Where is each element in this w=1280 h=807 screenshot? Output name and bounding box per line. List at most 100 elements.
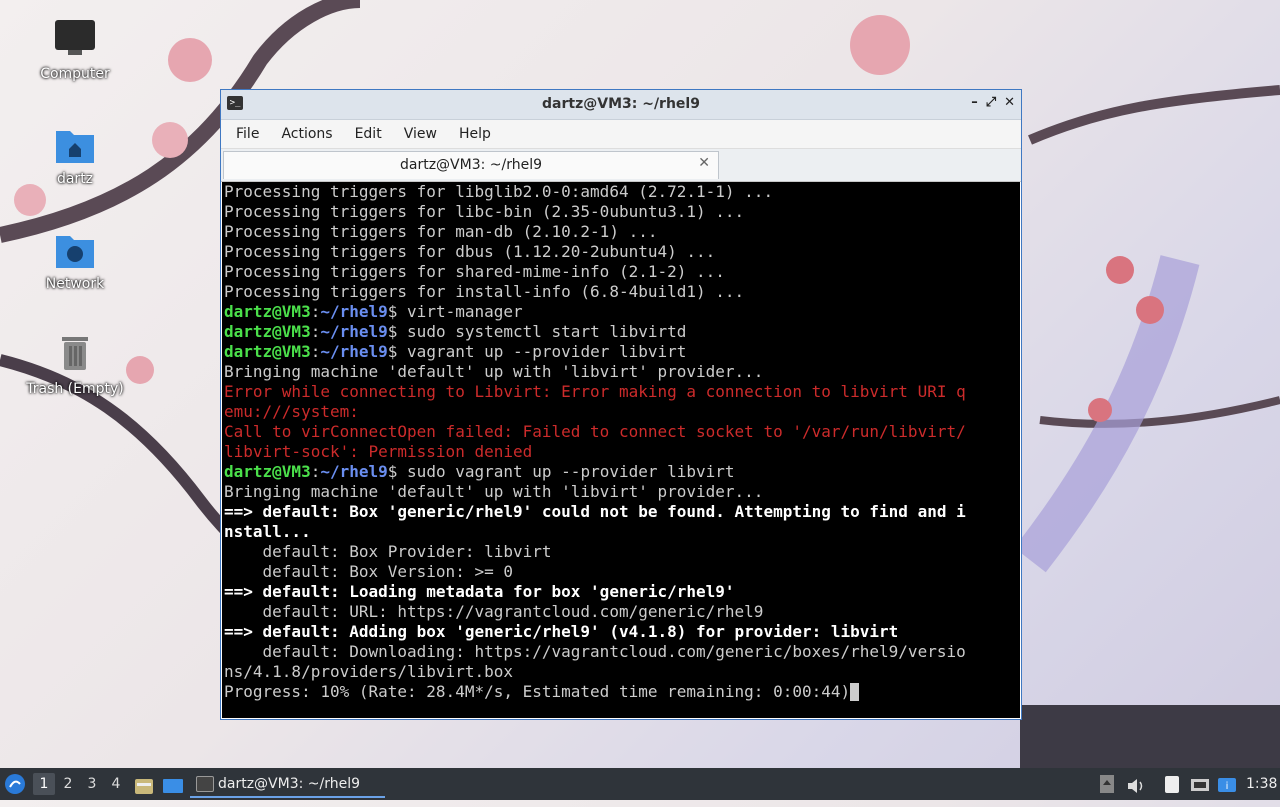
terminal-line: dartz@VM3:~/rhel9$ sudo vagrant up --pro… bbox=[224, 462, 1020, 482]
line-text: Call to virConnectOpen failed: Failed to… bbox=[224, 422, 966, 441]
line-text: Processing triggers for install-info (6.… bbox=[224, 282, 745, 301]
close-button[interactable]: ✕ bbox=[1004, 95, 1015, 110]
eject-icon bbox=[1100, 775, 1114, 793]
menu-actions[interactable]: Actions bbox=[270, 126, 343, 142]
window-title: dartz@VM3: ~/rhel9 bbox=[542, 96, 700, 112]
desktop-icon-home[interactable]: dartz bbox=[25, 123, 125, 187]
workspace-1[interactable]: 1 bbox=[33, 773, 55, 795]
tray-network[interactable] bbox=[1190, 775, 1210, 793]
line-text: ==> default: Loading metadata for box 'g… bbox=[224, 582, 735, 601]
line-text: Processing triggers for libglib2.0-0:amd… bbox=[224, 182, 774, 201]
terminal-line: dartz@VM3:~/rhel9$ vagrant up --provider… bbox=[224, 342, 1020, 362]
taskbar-task-terminal[interactable]: dartz@VM3: ~/rhel9 bbox=[190, 770, 385, 798]
window-titlebar[interactable]: >_ dartz@VM3: ~/rhel9 – ⤢ ✕ bbox=[221, 90, 1021, 120]
terminal-icon bbox=[196, 776, 214, 792]
prompt-user: dartz@VM3 bbox=[224, 302, 311, 321]
line-text: default: Box Provider: libvirt bbox=[224, 542, 552, 561]
show-desktop-button[interactable] bbox=[162, 775, 184, 793]
command-text: $ virt-manager bbox=[387, 302, 523, 321]
workspace-2[interactable]: 2 bbox=[57, 773, 79, 795]
line-text: Processing triggers for man-db (2.10.2-1… bbox=[224, 222, 658, 241]
workspace-3[interactable]: 3 bbox=[81, 773, 103, 795]
line-text: Bringing machine 'default' up with 'libv… bbox=[224, 482, 764, 501]
terminal-line: Processing triggers for man-db (2.10.2-1… bbox=[224, 222, 1020, 242]
desktop-icon bbox=[163, 779, 183, 793]
line-text: ns/4.1.8/providers/libvirt.box bbox=[224, 662, 513, 681]
line-text: nstall... bbox=[224, 522, 311, 541]
menu-file[interactable]: File bbox=[225, 126, 270, 142]
trash-icon bbox=[54, 333, 96, 375]
prompt-separator: : bbox=[310, 342, 321, 361]
menu-bar: File Actions Edit View Help bbox=[221, 120, 1021, 149]
desktop-icon-label: Network bbox=[45, 276, 105, 292]
terminal-line: ==> default: Box 'generic/rhel9' could n… bbox=[224, 502, 1020, 522]
terminal-line: ==> default: Adding box 'generic/rhel9' … bbox=[224, 622, 1020, 642]
tab-terminal[interactable]: dartz@VM3: ~/rhel9 ✕ bbox=[223, 151, 719, 179]
line-text: libvirt-sock': Permission denied bbox=[224, 442, 533, 461]
prompt-separator: : bbox=[310, 322, 321, 341]
tab-label: dartz@VM3: ~/rhel9 bbox=[399, 157, 543, 173]
terminal-line: Processing triggers for install-info (6.… bbox=[224, 282, 1020, 302]
tray-eject[interactable] bbox=[1099, 774, 1115, 794]
taskbar: 1 2 3 4 dartz@VM3: ~/rhel9 i 1:38 bbox=[0, 768, 1280, 800]
prompt-path: ~/rhel9 bbox=[320, 462, 388, 481]
maximize-button[interactable]: ⤢ bbox=[986, 95, 996, 110]
line-text: Processing triggers for dbus (1.12.20-2u… bbox=[224, 242, 716, 261]
terminal-line: Bringing machine 'default' up with 'libv… bbox=[224, 362, 1020, 382]
tab-bar: dartz@VM3: ~/rhel9 ✕ bbox=[221, 149, 1021, 182]
desktop-icon-trash[interactable]: Trash (Empty) bbox=[25, 333, 125, 397]
home-folder-icon bbox=[54, 123, 96, 165]
prompt-path: ~/rhel9 bbox=[320, 302, 388, 321]
clipboard-icon bbox=[1165, 776, 1179, 793]
prompt-separator: : bbox=[310, 462, 321, 481]
terminal-output[interactable]: Processing triggers for libglib2.0-0:amd… bbox=[222, 182, 1020, 718]
tray-volume[interactable] bbox=[1126, 775, 1146, 793]
terminal-line: default: Downloading: https://vagrantclo… bbox=[224, 642, 1020, 662]
network-icon bbox=[1191, 779, 1209, 791]
menu-view[interactable]: View bbox=[393, 126, 448, 142]
prompt-separator: : bbox=[310, 302, 321, 321]
prompt-user: dartz@VM3 bbox=[224, 322, 311, 341]
desktop-icon-label: Trash (Empty) bbox=[26, 381, 124, 397]
line-text: ==> default: Box 'generic/rhel9' could n… bbox=[224, 502, 966, 521]
terminal-line: libvirt-sock': Permission denied bbox=[224, 442, 1020, 462]
terminal-line: Processing triggers for libglib2.0-0:amd… bbox=[224, 182, 1020, 202]
terminal-line: Progress: 10% (Rate: 28.4M*/s, Estimated… bbox=[224, 682, 1020, 702]
terminal-line: Processing triggers for dbus (1.12.20-2u… bbox=[224, 242, 1020, 262]
line-text: Bringing machine 'default' up with 'libv… bbox=[224, 362, 764, 381]
file-manager-launcher[interactable] bbox=[134, 775, 154, 794]
desktop-icon-network[interactable]: Network bbox=[25, 228, 125, 292]
terminal-window: >_ dartz@VM3: ~/rhel9 – ⤢ ✕ File Actions… bbox=[220, 89, 1022, 720]
menu-help[interactable]: Help bbox=[448, 126, 502, 142]
terminal-line: default: Box Version: >= 0 bbox=[224, 562, 1020, 582]
desktop-icon-computer[interactable]: Computer bbox=[25, 18, 125, 82]
line-text: default: URL: https://vagrantcloud.com/g… bbox=[224, 602, 764, 621]
terminal-line: Processing triggers for libc-bin (2.35-0… bbox=[224, 202, 1020, 222]
tab-close-icon[interactable]: ✕ bbox=[698, 155, 710, 171]
network-folder-icon bbox=[54, 228, 96, 270]
clock[interactable]: 1:38 bbox=[1246, 768, 1277, 800]
terminal-line: ==> default: Loading metadata for box 'g… bbox=[224, 582, 1020, 602]
terminal-line: Call to virConnectOpen failed: Failed to… bbox=[224, 422, 1020, 442]
command-text: $ sudo vagrant up --provider libvirt bbox=[387, 462, 735, 481]
terminal-line: Processing triggers for shared-mime-info… bbox=[224, 262, 1020, 282]
app-menu-button[interactable] bbox=[4, 773, 26, 795]
tray-clipboard[interactable] bbox=[1163, 774, 1181, 794]
computer-icon bbox=[54, 18, 96, 60]
file-manager-icon bbox=[135, 779, 153, 794]
menu-edit[interactable]: Edit bbox=[344, 126, 393, 142]
lubuntu-logo-icon bbox=[5, 774, 25, 794]
terminal-line: emu:///system: bbox=[224, 402, 1020, 422]
terminal-line: Error while connecting to Libvirt: Error… bbox=[224, 382, 1020, 402]
terminal-line: default: URL: https://vagrantcloud.com/g… bbox=[224, 602, 1020, 622]
workspace-4[interactable]: 4 bbox=[105, 773, 127, 795]
minimize-button[interactable]: – bbox=[971, 95, 978, 110]
line-text: Error while connecting to Libvirt: Error… bbox=[224, 382, 966, 401]
line-text: emu:///system: bbox=[224, 402, 359, 421]
tray-updates[interactable]: i bbox=[1217, 775, 1237, 793]
line-text: ==> default: Adding box 'generic/rhel9' … bbox=[224, 622, 899, 641]
terminal-line: ns/4.1.8/providers/libvirt.box bbox=[224, 662, 1020, 682]
prompt-user: dartz@VM3 bbox=[224, 462, 311, 481]
prompt-path: ~/rhel9 bbox=[320, 322, 388, 341]
line-text: default: Box Version: >= 0 bbox=[224, 562, 513, 581]
